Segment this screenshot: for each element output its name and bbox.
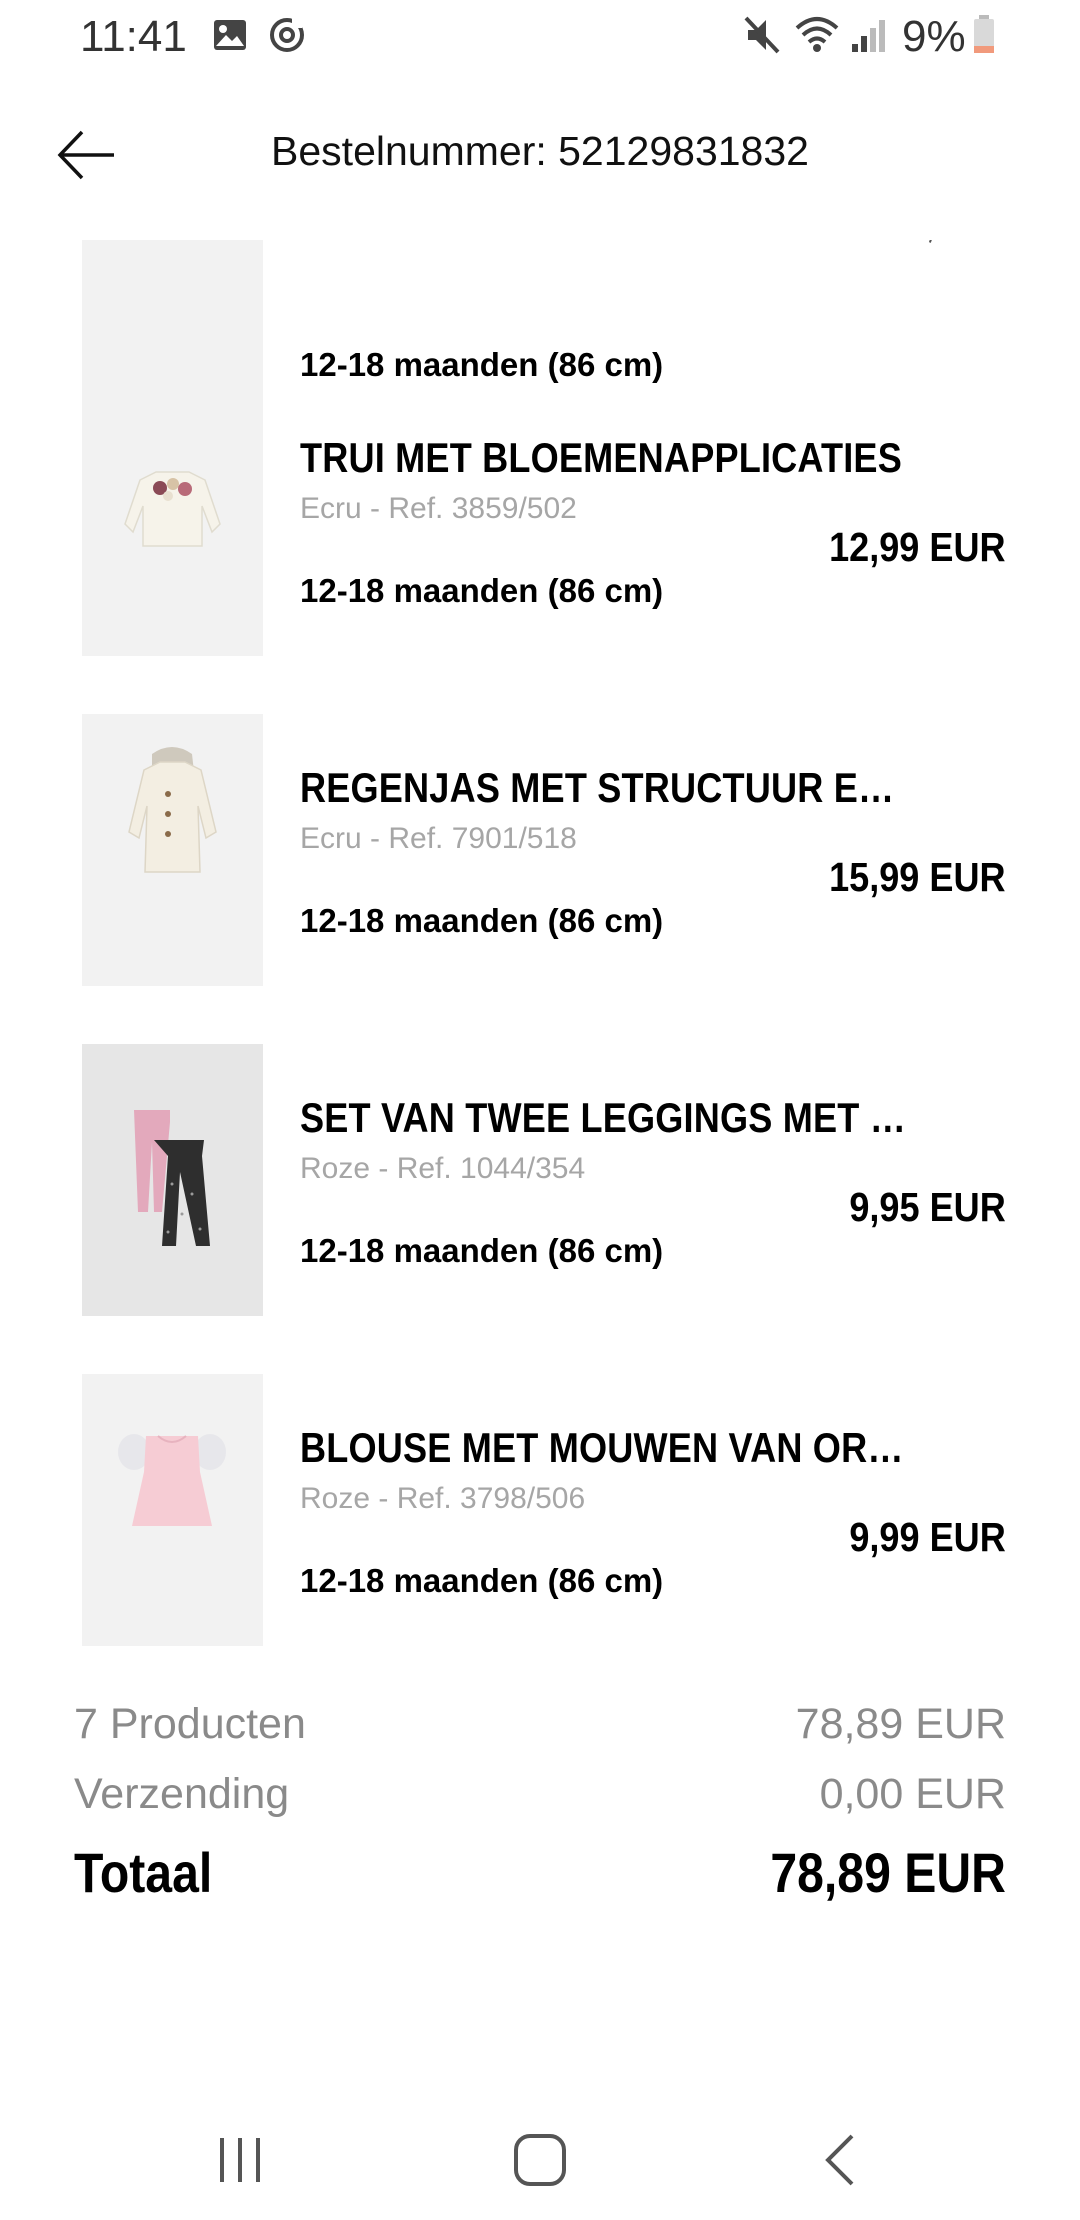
recent-apps-icon[interactable] bbox=[200, 2120, 280, 2200]
order-number-title: Bestelnummer: 52129831832 bbox=[271, 128, 809, 174]
product-price: 15,99 EUR bbox=[829, 854, 1006, 900]
total-value: 78,89 EUR bbox=[770, 1841, 1006, 1904]
battery-icon bbox=[974, 15, 994, 53]
product-name: BLOUSE MET MOUWEN VAN ORGANZA bbox=[300, 1424, 907, 1471]
product-price: 9,95 EUR bbox=[849, 1184, 1006, 1230]
product-size: 12-18 maanden (86 cm) bbox=[300, 346, 664, 383]
product-reference: Roze - Ref. 3798/506 bbox=[300, 1482, 586, 1515]
product-reference: Ecru - Ref. 3859/502 bbox=[300, 492, 577, 525]
product-image bbox=[82, 384, 263, 656]
products-subtotal-value: 78,89 EUR bbox=[795, 1700, 1006, 1748]
product-reference: Roze - Ref. 1044/354 bbox=[300, 1152, 586, 1185]
product-image bbox=[82, 1374, 263, 1646]
status-bar: 11:41 9% bbox=[0, 0, 1080, 72]
sync-icon bbox=[270, 18, 304, 52]
shipping-value: 0,00 EUR bbox=[819, 1770, 1006, 1818]
product-name: REGENJAS MET STRUCTUUR EN GESTIKTE CAPUC… bbox=[300, 764, 907, 811]
product-image bbox=[82, 1044, 263, 1316]
status-time: 11:41 bbox=[80, 12, 187, 61]
total-label: Totaal bbox=[74, 1841, 213, 1904]
sweater-image bbox=[124, 471, 221, 547]
product-size: 12-18 maanden (86 cm) bbox=[300, 902, 664, 939]
products-count-label: 7 Producten bbox=[74, 1700, 306, 1748]
system-navigation-bar bbox=[0, 2100, 1080, 2220]
product-reference: Ecru - Ref. 7901/518 bbox=[300, 822, 577, 855]
product-price: 12,99 EUR bbox=[829, 524, 1006, 570]
product-name: SET VAN TWEE LEGGINGS MET PRINT bbox=[300, 1094, 907, 1141]
gallery-icon bbox=[214, 20, 246, 50]
leggings-image bbox=[134, 1110, 210, 1246]
home-icon[interactable] bbox=[500, 2120, 580, 2200]
product-name: TRUI MET BLOEMENAPPLICATIES bbox=[300, 434, 902, 481]
blouse-image bbox=[118, 1434, 226, 1526]
list-item[interactable]: SET VAN TWEE LEGGINGS MET PRINT Roze - R… bbox=[0, 1044, 1080, 1316]
signal-icon bbox=[852, 20, 885, 52]
raincoat-image bbox=[128, 747, 217, 873]
list-item[interactable]: BLOUSE MET MOUWEN VAN ORGANZA Roze - Ref… bbox=[0, 1374, 1080, 1646]
battery-percentage: 9% bbox=[902, 12, 966, 61]
wifi-icon bbox=[795, 17, 839, 52]
product-price: 9,99 EUR bbox=[849, 1514, 1006, 1560]
list-item[interactable]: REGENJAS MET STRUCTUUR EN GESTIKTE CAPUC… bbox=[0, 714, 1080, 986]
product-price-fragment bbox=[925, 240, 933, 243]
back-icon[interactable] bbox=[800, 2120, 880, 2200]
product-image bbox=[82, 714, 263, 986]
product-size: 12-18 maanden (86 cm) bbox=[300, 572, 664, 609]
product-size: 12-18 maanden (86 cm) bbox=[300, 1232, 664, 1269]
header: Bestelnummer: 52129831832 bbox=[0, 72, 1080, 242]
mute-icon bbox=[744, 16, 780, 54]
shipping-label: Verzending bbox=[74, 1770, 290, 1818]
product-size: 12-18 maanden (86 cm) bbox=[300, 1562, 664, 1599]
list-item[interactable]: TRUI MET BLOEMENAPPLICATIES Ecru - Ref. … bbox=[0, 384, 1080, 656]
product-list[interactable]: 12-18 maanden (86 cm) TRUI MET BLOEMENAP… bbox=[0, 240, 1080, 1660]
